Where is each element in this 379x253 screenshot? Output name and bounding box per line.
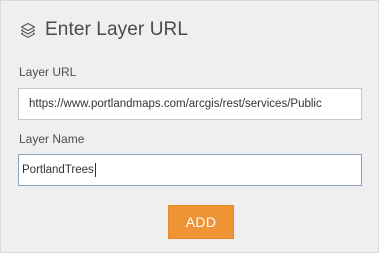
layer-name-value: PortlandTrees (22, 164, 94, 176)
panel-header: Enter Layer URL (19, 18, 188, 42)
add-button[interactable]: ADD (168, 205, 234, 239)
text-cursor (94, 163, 96, 177)
layer-url-input[interactable]: https://www.portlandmaps.com/arcgis/rest… (18, 88, 362, 120)
layer-name-input[interactable]: PortlandTrees (18, 154, 362, 186)
enter-layer-url-panel: Enter Layer URL Layer URL https://www.po… (0, 0, 379, 253)
layer-name-label: Layer Name (19, 132, 85, 146)
panel-title: Enter Layer URL (45, 19, 189, 40)
layer-url-label: Layer URL (19, 65, 77, 79)
layer-url-value: https://www.portlandmaps.com/arcgis/rest… (29, 98, 322, 110)
layers-icon (19, 21, 37, 39)
